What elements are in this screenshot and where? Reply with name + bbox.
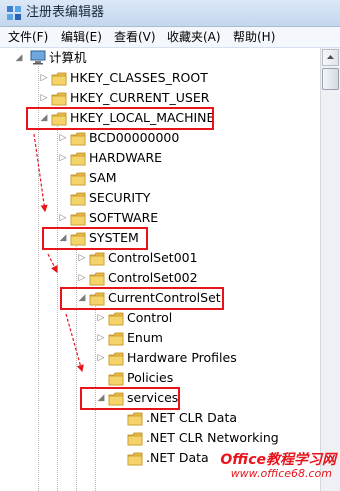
watermark-url: www.office68.com [230, 467, 332, 480]
scroll-thumb[interactable] [322, 68, 339, 90]
title-bar: 注册表编辑器 [0, 0, 340, 27]
registry-editor-icon [7, 6, 21, 20]
registry-tree: ◢ 计算机 ▷ HKEY_CLASSES_ROOT ▷ HKEY_CURRENT_US… [0, 48, 320, 491]
annotation-arrows [33, 133, 84, 373]
scroll-up-button[interactable] [322, 49, 339, 66]
chevron-up-icon [327, 55, 334, 59]
menu-view[interactable]: 查看(V) [114, 29, 156, 45]
window-title: 注册表编辑器 [26, 5, 105, 20]
menu-file[interactable]: 文件(F) [8, 29, 48, 45]
menu-edit[interactable]: 编辑(E) [61, 29, 102, 45]
watermark-title: Office教程学习网 [220, 452, 336, 468]
menu-help[interactable]: 帮助(H) [233, 29, 275, 45]
vertical-scrollbar[interactable] [320, 48, 340, 491]
menu-favorites[interactable]: 收藏夹(A) [167, 29, 221, 45]
watermark: Office教程学习网 www.office68.com [186, 449, 336, 485]
menu-bar: 文件(F) 编辑(E) 查看(V) 收藏夹(A) 帮助(H) [0, 27, 340, 48]
